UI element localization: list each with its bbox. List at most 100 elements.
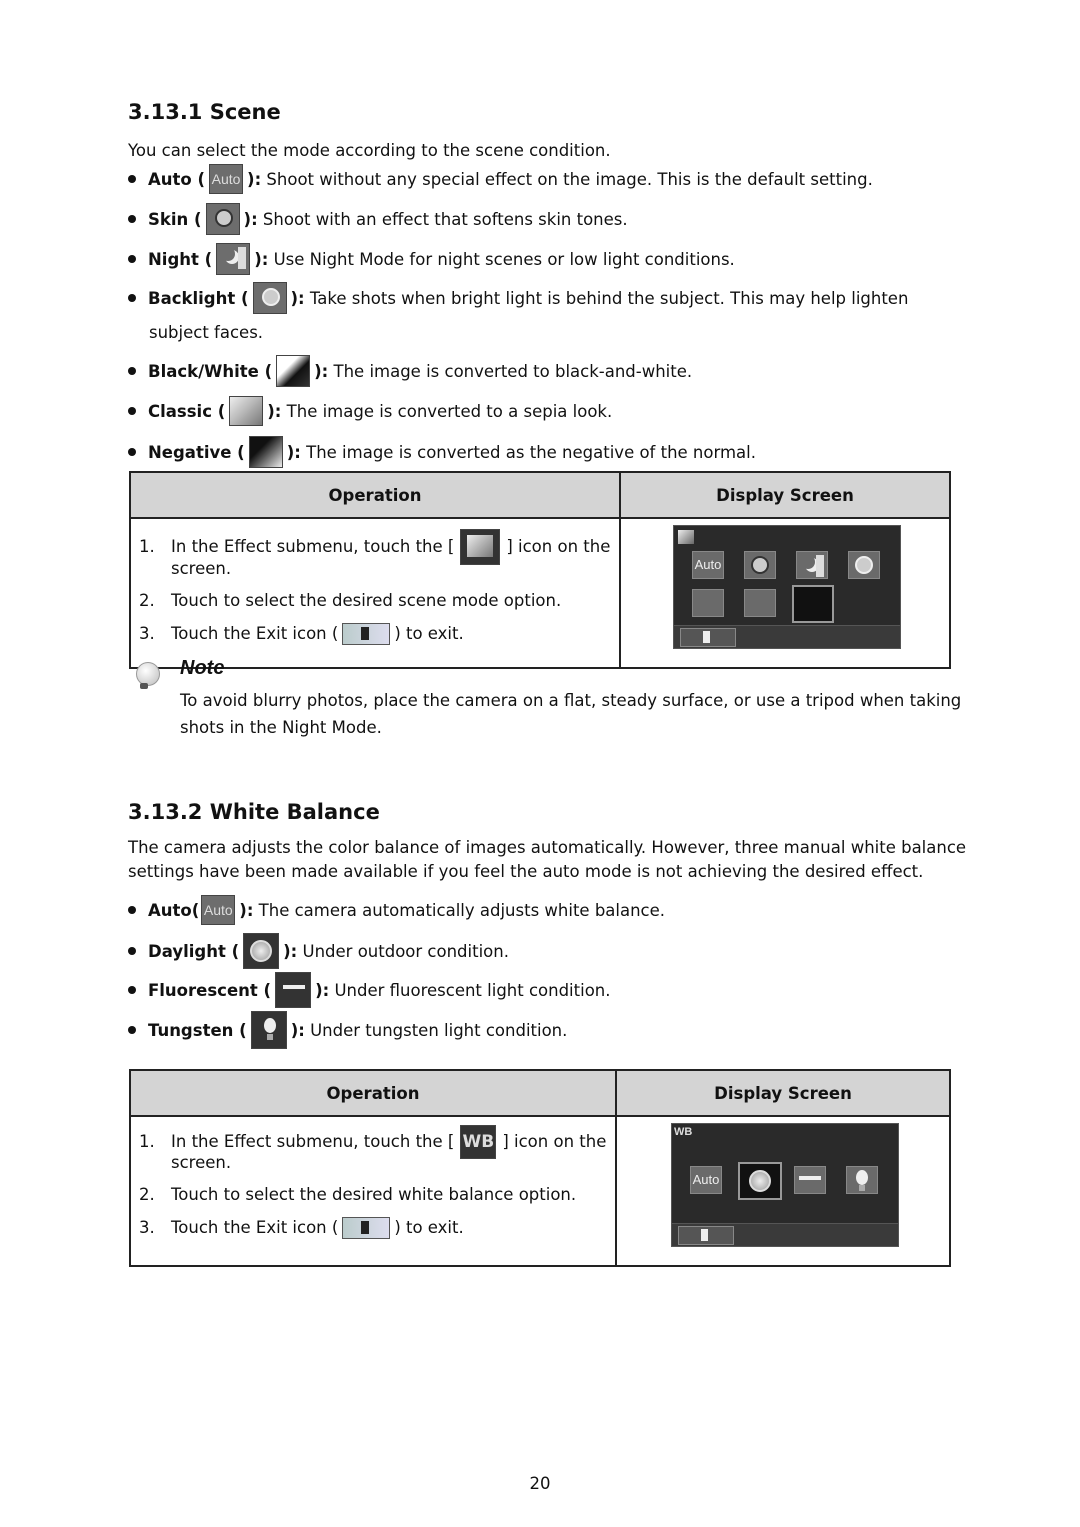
wb-operation-table: Operation Display Screen 1. In the Effec… [129, 1069, 951, 1267]
scene-item-backlight: Backlight ( ): Take shots when bright li… [128, 282, 908, 314]
exit-icon [342, 623, 391, 645]
scene-intro: You can select the mode according to the… [128, 141, 611, 160]
bullet-dot [128, 367, 136, 375]
step-text: Touch the Exit icon ( [171, 624, 339, 643]
item-desc: The image is converted as the negative o… [300, 442, 756, 462]
item-desc: The image is converted to a sepia look. [281, 401, 613, 421]
backlight-face-icon [252, 282, 287, 314]
item-label: Tungsten ( [148, 1020, 247, 1040]
scene-item-skin: Skin ( ): Shoot with an effect that soft… [128, 203, 628, 235]
item-sep: ): [314, 361, 329, 381]
note-title: Note [180, 657, 225, 679]
page-number: 20 [529, 1474, 551, 1493]
note-line-1: To avoid blurry photos, place the camera… [180, 691, 962, 710]
display-screen-cell: Auto [619, 517, 951, 669]
item-sep: ): [254, 249, 269, 269]
step-text: screen. [171, 559, 232, 578]
item-desc: Shoot without any special effect on the … [261, 169, 873, 189]
bullet-dot [128, 255, 136, 263]
item-sep: ): [286, 442, 301, 462]
tungsten-bulb-icon [250, 1011, 287, 1049]
scene-item-black-white: Black/White ( ): The image is converted … [128, 355, 692, 387]
item-sep: ): [267, 401, 282, 421]
item-sep: ): [315, 980, 330, 1000]
wb-display-screen: WB Auto [671, 1123, 899, 1247]
item-sep: ): [239, 900, 254, 920]
step-text: Touch to select the desired white balanc… [171, 1185, 577, 1204]
wb-heading: 3.13.2 White Balance [128, 800, 380, 824]
wb-menu-icon: WB [460, 1125, 497, 1159]
col-display-screen: Display Screen [615, 1069, 951, 1117]
item-label: Negative ( [148, 442, 245, 462]
item-sep: ): [290, 1020, 305, 1040]
item-desc: Under fluorescent light condition. [329, 980, 611, 1000]
scene-item-classic: Classic ( ): The image is converted to a… [128, 396, 612, 426]
black-white-icon [276, 355, 311, 387]
screen-daylight-button-selected[interactable] [738, 1162, 782, 1200]
bullet-dot [128, 215, 136, 223]
wb-item-auto: Auto( Auto ): The camera automatically a… [128, 895, 665, 925]
bullet-dot [128, 294, 136, 302]
step-text: ) to exit. [394, 624, 464, 643]
step-1-cont: screen. [139, 559, 611, 579]
screen-wb-label: WB [674, 1126, 693, 1138]
screen-night-button[interactable] [796, 551, 828, 579]
bullet-dot [128, 407, 136, 415]
scene-item-negative: Negative ( ): The image is converted as … [128, 436, 756, 468]
step-3: 3. Touch the Exit icon ( ) to exit. [139, 1217, 607, 1239]
note-line-2: shots in the Night Mode. [180, 718, 382, 737]
item-desc: Shoot with an effect that softens skin t… [257, 209, 628, 229]
item-sep: ): [283, 941, 298, 961]
step-text: In the Effect submenu, touch the [ [171, 537, 455, 556]
screen-exit-button[interactable] [680, 628, 736, 647]
step-text: In the Effect submenu, touch the [ [171, 1132, 455, 1151]
step-1-cont: screen. [139, 1153, 607, 1173]
step-text: ] icon on the [502, 1132, 607, 1151]
screen-black-white-button[interactable] [692, 589, 724, 617]
screen-backlight-button[interactable] [848, 551, 880, 579]
item-desc: Use Night Mode for night scenes or low l… [268, 249, 735, 269]
daylight-sun-icon [243, 933, 280, 969]
bullet-dot [128, 986, 136, 994]
screen-negative-button-selected[interactable] [792, 585, 834, 623]
skin-face-icon [205, 203, 240, 235]
step-2: 2. Touch to select the desired white bal… [139, 1185, 607, 1205]
item-desc: Take shots when bright light is behind t… [304, 288, 909, 308]
night-moon-building-icon [216, 243, 251, 275]
screen-auto-button[interactable]: Auto [690, 1166, 722, 1194]
note-lightbulb-icon [130, 656, 166, 692]
step-text: screen. [171, 1153, 232, 1172]
col-display-screen: Display Screen [619, 471, 951, 519]
step-text: Touch to select the desired scene mode o… [171, 591, 562, 610]
screen-fluorescent-button[interactable] [794, 1166, 826, 1194]
item-sep: ): [243, 209, 258, 229]
screen-bottom-bar [672, 1223, 898, 1246]
step-number: 3. [139, 1218, 155, 1237]
item-label: Night ( [148, 249, 213, 269]
bullet-dot [128, 448, 136, 456]
item-desc: Under tungsten light condition. [304, 1020, 568, 1040]
item-label: Black/White ( [148, 361, 273, 381]
item-sep: ): [290, 288, 305, 308]
wb-intro-line-2: settings have been made available if you… [128, 862, 924, 881]
screen-auto-button[interactable]: Auto [692, 551, 724, 579]
item-desc: The camera automatically adjusts white b… [253, 900, 666, 920]
screen-exit-button[interactable] [678, 1226, 734, 1245]
screen-bottom-bar [674, 625, 900, 648]
step-number: 2. [139, 591, 155, 610]
step-text: ) to exit. [394, 1218, 464, 1237]
screen-classic-button[interactable] [744, 589, 776, 617]
display-screen-cell: WB Auto [615, 1115, 951, 1267]
auto-icon: Auto [209, 164, 244, 194]
item-label: Daylight ( [148, 941, 240, 961]
fluorescent-tube-icon [275, 972, 312, 1008]
scene-item-auto: Auto ( Auto ): Shoot without any special… [128, 164, 873, 194]
step-text: ] icon on the [506, 537, 611, 556]
item-label: Auto( [148, 900, 200, 920]
scene-display-screen: Auto [673, 525, 901, 649]
screen-skin-button[interactable] [744, 551, 776, 579]
step-number: 3. [139, 624, 155, 643]
wb-item-tungsten: Tungsten ( ): Under tungsten light condi… [128, 1011, 567, 1049]
step-number: 1. [139, 1132, 155, 1151]
screen-tungsten-button[interactable] [846, 1166, 878, 1194]
